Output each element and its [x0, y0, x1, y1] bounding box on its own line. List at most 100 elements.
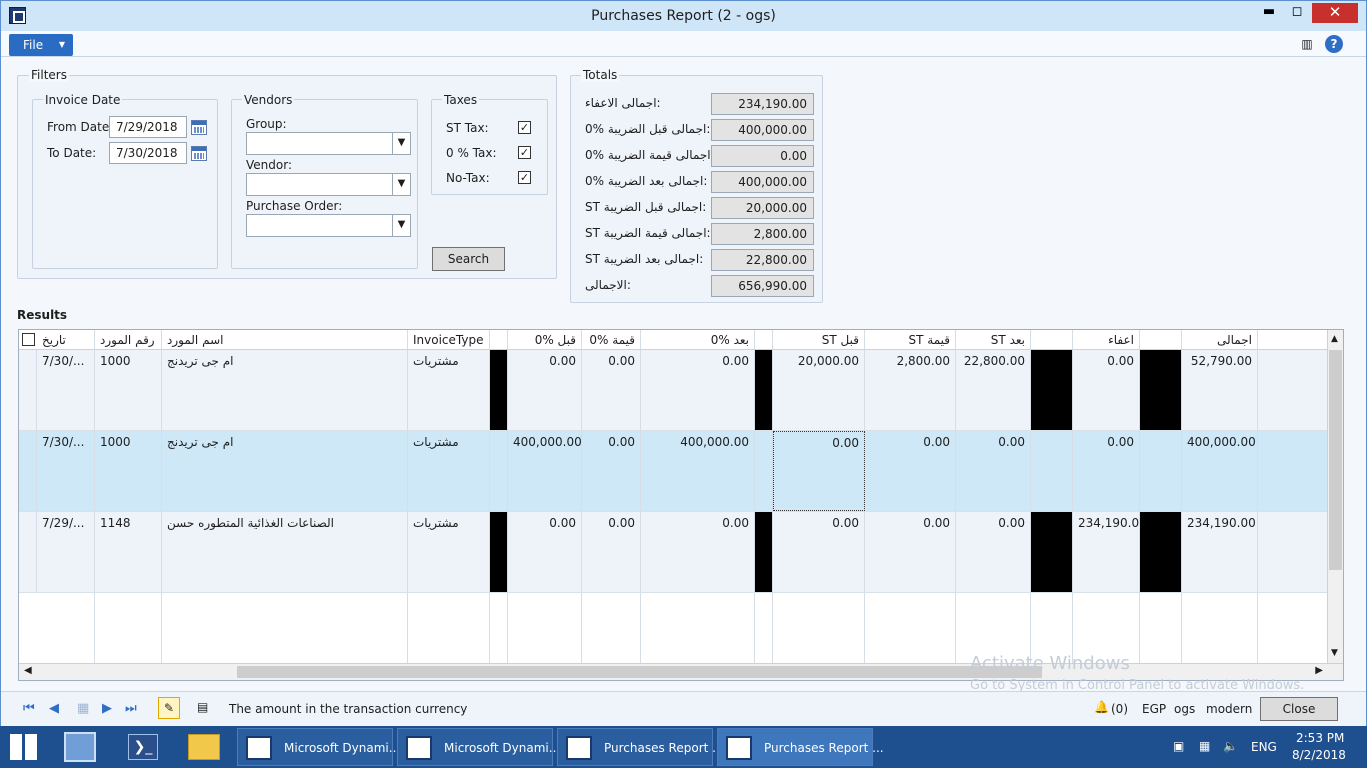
row-selector[interactable] — [19, 350, 37, 430]
table-cell[interactable]: 1000 — [95, 350, 162, 430]
chevron-left-icon[interactable]: ◀ — [24, 665, 32, 676]
column-header[interactable] — [490, 330, 508, 349]
chevron-down-icon[interactable]: ▼ — [1331, 648, 1338, 658]
column-header[interactable] — [755, 330, 773, 349]
vendor-select[interactable]: ▼ — [246, 173, 411, 196]
table-cell[interactable] — [490, 431, 508, 511]
table-cell[interactable] — [1031, 350, 1073, 430]
edit-icon[interactable]: ✎ — [158, 697, 180, 719]
table-cell[interactable]: 0.00 — [956, 431, 1031, 511]
table-cell[interactable]: مشتريات — [408, 431, 490, 511]
table-row[interactable]: 7/30/... 1000 ام جى تريدنج مشتريات 0.00 0.00 0… — [19, 350, 1329, 431]
currency-indicator[interactable]: EGP — [1142, 702, 1166, 716]
table-cell[interactable]: 20,000.00 — [773, 350, 865, 430]
table-cell[interactable]: 7/30/... — [37, 350, 95, 430]
column-header[interactable]: 0% بعد — [641, 330, 755, 349]
table-cell[interactable]: 1000 — [95, 431, 162, 511]
select-all-checkbox[interactable] — [22, 333, 35, 346]
last-record-icon[interactable]: ⏭ — [125, 701, 137, 716]
taskbar-item[interactable]: Microsoft Dynami... — [237, 728, 400, 766]
column-header[interactable]: ST قيمة — [865, 330, 956, 349]
next-record-icon[interactable]: ▶ — [102, 701, 112, 716]
attachment-icon[interactable]: ▤ — [197, 700, 208, 714]
table-cell[interactable] — [755, 350, 773, 430]
table-cell[interactable]: 0.00 — [956, 512, 1031, 592]
table-row[interactable]: 7/29/... 1148 الصناعات الغذائية المتطوره ح… — [19, 512, 1329, 593]
vertical-scrollbar[interactable]: ▲ ▼ — [1327, 330, 1343, 664]
table-cell[interactable]: ام جى تريدنج — [162, 431, 408, 511]
column-header[interactable]: ST بعد — [956, 330, 1031, 349]
scroll-thumb[interactable] — [1329, 350, 1342, 570]
table-cell[interactable]: 0.00 — [582, 512, 641, 592]
table-cell[interactable]: 234,190.00 — [1182, 512, 1258, 592]
clock-date[interactable]: 8/2/2018 — [1292, 748, 1346, 762]
table-cell[interactable]: 0.00 — [865, 512, 956, 592]
column-header[interactable] — [1031, 330, 1073, 349]
table-cell[interactable] — [1140, 431, 1182, 511]
grid-icon[interactable]: ▦ — [77, 701, 89, 716]
table-cell[interactable]: 1148 — [95, 512, 162, 592]
table-cell[interactable] — [1140, 350, 1182, 430]
table-cell[interactable] — [490, 512, 508, 592]
search-button[interactable]: Search — [432, 247, 505, 271]
table-cell[interactable]: 0.00 — [773, 512, 865, 592]
file-menu-button[interactable]: File ▼ — [9, 34, 73, 56]
action-center-icon[interactable]: ▦ — [1199, 739, 1210, 753]
results-grid[interactable]: تاريخ رقم المورد اسم المورد InvoiceType 0% ق… — [18, 329, 1344, 681]
table-cell[interactable]: 234,190.00 — [1073, 512, 1140, 592]
file-explorer-icon[interactable] — [188, 734, 220, 760]
column-header[interactable]: ST قبل — [773, 330, 865, 349]
table-cell[interactable]: 400,000.00 — [641, 431, 755, 511]
taskbar-item[interactable]: Purchases Report ... — [717, 728, 884, 766]
table-cell[interactable]: 2,800.00 — [865, 350, 956, 430]
powershell-icon[interactable]: ❯_ — [128, 734, 158, 760]
table-cell[interactable]: 7/30/... — [37, 431, 95, 511]
table-row[interactable]: 7/30/... 1000 ام جى تريدنج مشتريات 400,000.0… — [19, 431, 1329, 512]
table-cell[interactable]: 0.00 — [1073, 350, 1140, 430]
chevron-up-icon[interactable]: ▲ — [1331, 334, 1338, 344]
maximize-button[interactable]: ◻ — [1283, 3, 1311, 23]
table-cell[interactable] — [1031, 431, 1073, 511]
table-cell[interactable] — [1140, 512, 1182, 592]
table-cell[interactable]: 0.00 — [773, 431, 865, 511]
taskbar-item[interactable]: Purchases Report ... — [557, 728, 724, 766]
table-cell[interactable]: 0.00 — [508, 350, 582, 430]
clock-time[interactable]: 2:53 PM — [1296, 731, 1344, 745]
layout-icon[interactable]: ▥ — [1298, 35, 1316, 53]
calendar-icon[interactable] — [191, 146, 207, 161]
column-header[interactable] — [1140, 330, 1182, 349]
taskbar-item[interactable]: Microsoft Dynami... — [397, 728, 560, 766]
column-header[interactable]: 0% قيمة — [582, 330, 641, 349]
table-cell[interactable] — [755, 512, 773, 592]
table-cell[interactable]: ام جى تريدنج — [162, 350, 408, 430]
st-tax-checkbox[interactable]: ✓ — [518, 121, 531, 134]
table-cell[interactable]: 400,000.00 — [1182, 431, 1258, 511]
table-cell[interactable]: 400,000.00 — [508, 431, 582, 511]
column-header[interactable]: تاريخ — [37, 330, 95, 349]
table-cell[interactable]: الصناعات الغذائية المتطوره حسن — [162, 512, 408, 592]
table-cell[interactable]: 0.00 — [1073, 431, 1140, 511]
column-header[interactable]: 0% قبل — [508, 330, 582, 349]
network-icon[interactable]: ▣ — [1173, 739, 1184, 753]
purchase-order-select[interactable]: ▼ — [246, 214, 411, 237]
server-manager-icon[interactable] — [64, 732, 96, 762]
help-icon[interactable]: ? — [1325, 35, 1343, 53]
row-selector[interactable] — [19, 512, 37, 592]
row-selector[interactable] — [19, 431, 37, 511]
table-cell[interactable]: 0.00 — [641, 512, 755, 592]
alerts-count[interactable]: (0) — [1111, 702, 1128, 716]
calendar-icon[interactable] — [191, 120, 207, 135]
previous-record-icon[interactable]: ◀ — [49, 701, 59, 716]
table-cell[interactable]: 0.00 — [582, 431, 641, 511]
minimize-button[interactable]: ▬ — [1255, 3, 1283, 23]
volume-icon[interactable]: 🔈 — [1223, 739, 1238, 753]
column-header[interactable]: InvoiceType — [408, 330, 490, 349]
table-cell[interactable] — [755, 431, 773, 511]
zero-tax-checkbox[interactable]: ✓ — [518, 146, 531, 159]
table-cell[interactable]: مشتريات — [408, 350, 490, 430]
table-cell[interactable]: 0.00 — [865, 431, 956, 511]
table-cell[interactable]: 0.00 — [641, 350, 755, 430]
company-indicator[interactable]: ogs — [1174, 702, 1195, 716]
column-header[interactable]: اسم المورد — [162, 330, 408, 349]
table-cell[interactable] — [1031, 512, 1073, 592]
